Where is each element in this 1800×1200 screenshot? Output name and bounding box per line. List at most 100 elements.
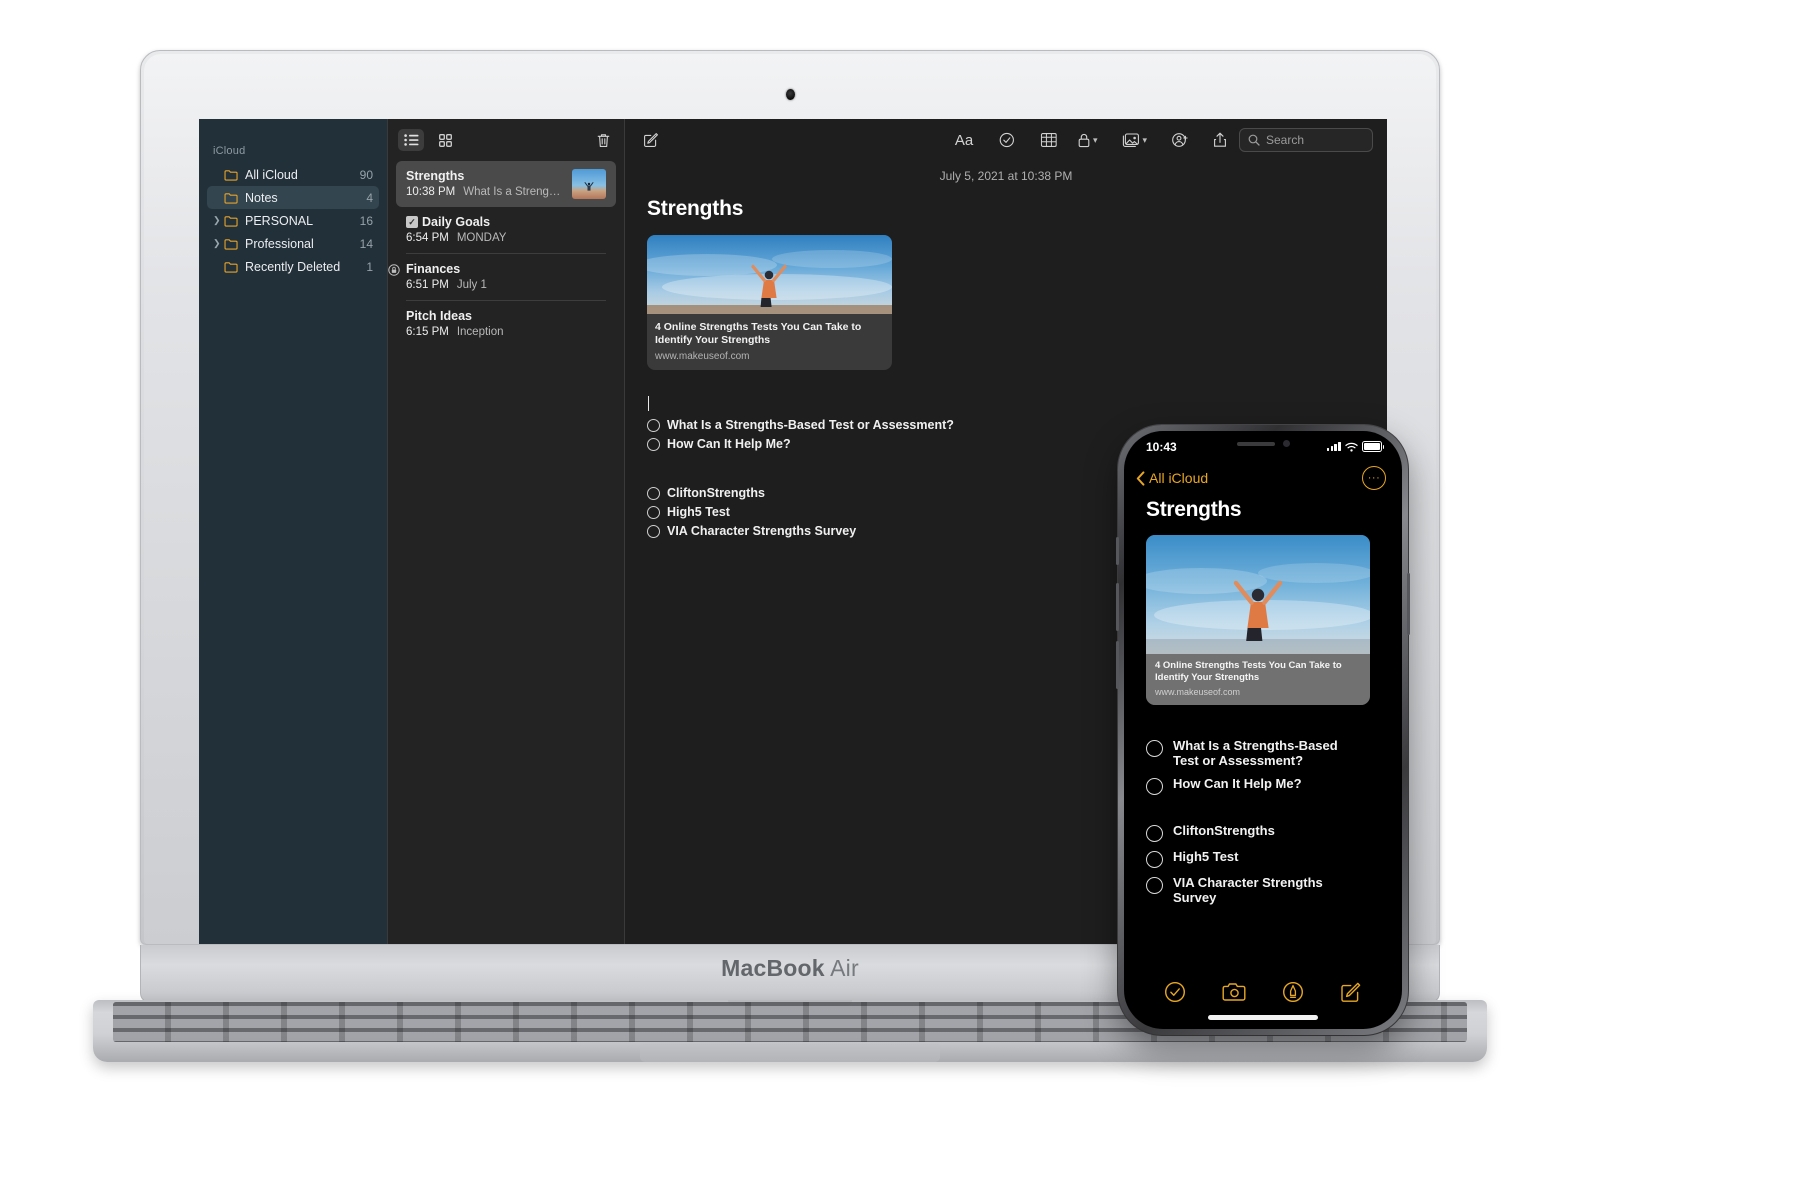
markup-pen-icon xyxy=(1282,981,1304,1003)
note-item-title: ✓ Daily Goals xyxy=(406,215,606,229)
iphone-link-preview-image xyxy=(1146,535,1370,654)
iphone-bottom-toolbar xyxy=(1124,981,1402,1003)
sidebar-section-header: iCloud xyxy=(213,145,246,157)
iphone-mute-switch[interactable] xyxy=(1116,537,1119,565)
chevron-right-icon[interactable]: ❯ xyxy=(213,216,224,225)
chevron-right-icon[interactable]: ❯ xyxy=(213,239,224,248)
sidebar-item-notes[interactable]: Notes 4 xyxy=(207,186,379,209)
iphone-volume-down-button[interactable] xyxy=(1116,641,1119,689)
chevron-down-icon[interactable]: ▾ xyxy=(1093,135,1098,146)
compose-icon xyxy=(1341,982,1361,1002)
front-camera-icon xyxy=(1282,440,1290,447)
checkbox-icon[interactable] xyxy=(647,505,660,519)
table-icon xyxy=(1041,133,1058,147)
battery-icon xyxy=(1361,441,1382,452)
note-list-toolbar xyxy=(388,119,624,161)
folder-icon xyxy=(224,261,238,273)
checklist-button[interactable] xyxy=(999,132,1015,148)
add-people-button[interactable] xyxy=(1171,132,1189,148)
photo-person-arms-raised xyxy=(647,250,892,314)
gallery-view-button[interactable] xyxy=(432,129,458,151)
iphone-volume-up-button[interactable] xyxy=(1116,583,1119,631)
iphone-link-preview-card[interactable]: 4 Online Strengths Tests You Can Take to… xyxy=(1146,535,1370,705)
person-silhouette-icon xyxy=(584,182,594,191)
compose-icon xyxy=(644,133,658,147)
note-item-preview: July 1 xyxy=(456,279,487,291)
markup-button[interactable] xyxy=(1282,981,1304,1003)
note-item-subtitle: 6:51 PM July 1 xyxy=(406,279,606,291)
sidebar-item-professional[interactable]: ❯ Professional 14 xyxy=(207,232,379,255)
table-button[interactable] xyxy=(1041,133,1058,147)
home-indicator[interactable] xyxy=(1208,1015,1318,1020)
checklist-spacer xyxy=(1146,803,1402,824)
checkbox-icon[interactable] xyxy=(647,437,660,451)
insert-media-button[interactable]: ▾ xyxy=(1121,132,1147,148)
iphone-link-preview-meta: 4 Online Strengths Tests You Can Take to… xyxy=(1146,654,1370,705)
laptop-trackpad xyxy=(640,1044,940,1062)
checklist-item[interactable]: VIA Character Strengths Survey xyxy=(1146,875,1402,906)
checklist-item[interactable]: High5 Test xyxy=(1146,849,1402,868)
checklist-item-label: What Is a Strengths-Based Test or Assess… xyxy=(1173,737,1338,768)
battery-tip-icon xyxy=(1382,444,1384,449)
link-preview-card[interactable]: 4 Online Strengths Tests You Can Take to… xyxy=(647,235,892,370)
sidebar-item-all-icloud[interactable]: All iCloud 90 xyxy=(207,163,379,186)
scene: iCloud All iCloud 90 Notes 4 ❯ PERSONAL … xyxy=(0,0,1800,1200)
checkbox-icon[interactable] xyxy=(1146,876,1163,894)
lock-note-button[interactable]: ▾ xyxy=(1078,133,1098,148)
sidebar-item-personal[interactable]: ❯ PERSONAL 16 xyxy=(207,209,379,232)
link-preview-image xyxy=(647,235,892,314)
back-to-all-icloud-button[interactable]: All iCloud xyxy=(1136,470,1208,486)
note-item-title-text: Finances xyxy=(406,262,461,276)
folder-icon xyxy=(224,169,238,181)
iphone-checklist-group-1: What Is a Strengths-Based Test or Assess… xyxy=(1146,737,1402,906)
checklist-item-label: High5 Test xyxy=(667,505,730,520)
status-time: 10:43 xyxy=(1146,439,1177,454)
checkbox-icon[interactable] xyxy=(1146,777,1163,795)
editor-toolbar: Aa ▾ ▾ Search xyxy=(625,119,1387,161)
checklist-item[interactable]: CliftonStrengths xyxy=(1146,823,1402,842)
note-list-item-daily-goals[interactable]: ✓ Daily Goals 6:54 PM MONDAY xyxy=(396,207,616,253)
compose-note-button[interactable] xyxy=(643,132,659,148)
more-options-button[interactable]: ··· xyxy=(1362,466,1386,490)
checklist-item-label: VIA Character Strengths Survey xyxy=(667,524,857,539)
note-list-item-strengths[interactable]: Strengths 10:38 PM What Is a Streng… xyxy=(396,161,616,207)
sidebar-item-recently-deleted[interactable]: Recently Deleted 1 xyxy=(207,255,379,278)
link-preview-meta: 4 Online Strengths Tests You Can Take to… xyxy=(647,314,892,370)
note-list-item-finances[interactable]: Finances 6:51 PM July 1 xyxy=(388,254,616,300)
delete-note-button[interactable] xyxy=(590,129,616,151)
checklist-circle-button[interactable] xyxy=(1164,981,1186,1003)
note-item-title: Pitch Ideas xyxy=(406,309,472,323)
list-view-button[interactable] xyxy=(398,129,424,151)
more-options-label: ··· xyxy=(1367,471,1381,484)
checkbox-icon[interactable] xyxy=(1146,739,1163,757)
link-preview-url: www.makeuseof.com xyxy=(655,350,750,362)
chevron-down-icon[interactable]: ▾ xyxy=(1142,135,1147,146)
search-field[interactable]: Search xyxy=(1239,128,1373,152)
list-view-icon xyxy=(403,134,418,146)
note-item-subtitle: 6:15 PM Inception xyxy=(406,326,606,338)
camera-button[interactable] xyxy=(1222,982,1246,1002)
status-indicators xyxy=(1326,441,1384,452)
format-button[interactable]: Aa xyxy=(955,132,973,149)
checkbox-icon[interactable] xyxy=(647,524,660,538)
note-list-item-pitch-ideas[interactable]: Pitch Ideas 6:15 PM Inception xyxy=(396,301,616,347)
iphone-link-preview-headline: 4 Online Strengths Tests You Can Take to… xyxy=(1155,660,1342,684)
checkbox-icon[interactable] xyxy=(1146,850,1163,868)
share-button[interactable] xyxy=(1213,132,1227,148)
sidebar-item-label: PERSONAL xyxy=(245,213,314,228)
checklist-item[interactable]: What Is a Strengths-Based Test or Assess… xyxy=(1146,737,1402,769)
media-icon xyxy=(1123,132,1140,147)
gallery-view-icon xyxy=(438,133,452,147)
checklist-item[interactable]: How Can It Help Me? xyxy=(1146,775,1402,795)
checkbox-icon[interactable] xyxy=(647,486,660,500)
checklist-item-label: How Can It Help Me? xyxy=(1173,775,1302,791)
editor-right-tools: ▾ ▾ xyxy=(1078,132,1227,148)
formatting-tools: Aa xyxy=(955,132,1058,149)
checkbox-icon[interactable] xyxy=(1146,824,1163,842)
brand-air: Air xyxy=(830,955,859,981)
iphone-side-button[interactable] xyxy=(1407,573,1410,635)
compose-note-button[interactable] xyxy=(1340,981,1362,1003)
checkbox-icon[interactable] xyxy=(647,418,660,432)
sidebar-item-label: Notes xyxy=(245,190,278,205)
lock-icon xyxy=(1078,133,1090,147)
